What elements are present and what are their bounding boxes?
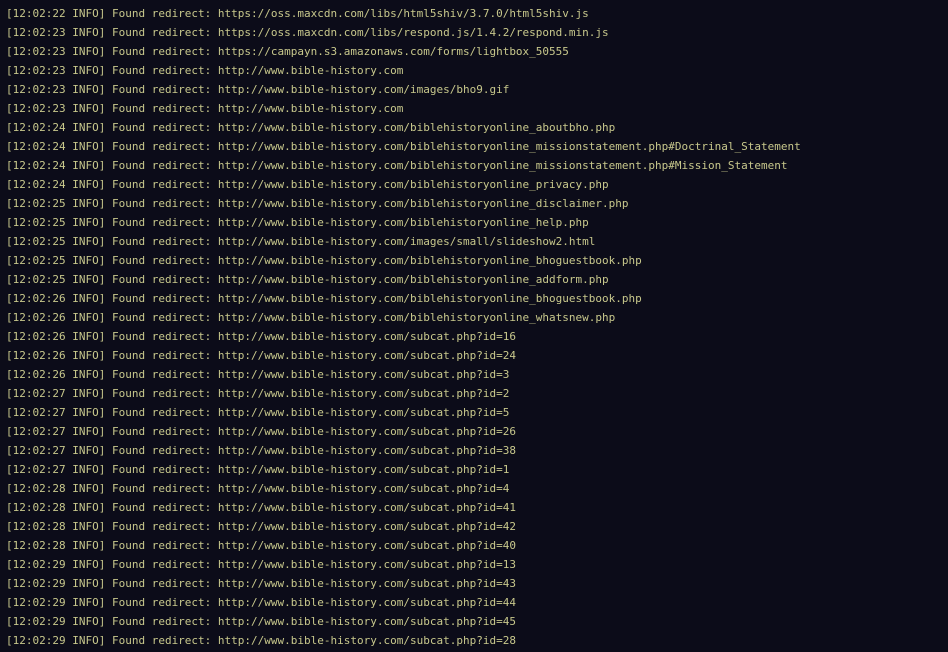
log-line: [12:02:23 INFO] Found redirect: http://w… <box>6 102 404 115</box>
log-line: [12:02:26 INFO] Found redirect: http://w… <box>6 330 516 343</box>
log-line: [12:02:29 INFO] Found redirect: http://w… <box>6 558 516 571</box>
log-line: [12:02:27 INFO] Found redirect: http://w… <box>6 444 516 457</box>
log-line: [12:02:26 INFO] Found redirect: http://w… <box>6 349 516 362</box>
log-line: [12:02:26 INFO] Found redirect: http://w… <box>6 368 510 381</box>
log-line: [12:02:29 INFO] Found redirect: http://w… <box>6 577 516 590</box>
log-line: [12:02:27 INFO] Found redirect: http://w… <box>6 406 510 419</box>
log-line: [12:02:24 INFO] Found redirect: http://w… <box>6 178 609 191</box>
log-line: [12:02:23 INFO] Found redirect: http://w… <box>6 64 404 77</box>
log-line: [12:02:25 INFO] Found redirect: http://w… <box>6 254 642 267</box>
log-line: [12:02:29 INFO] Found redirect: http://w… <box>6 615 516 628</box>
log-line: [12:02:27 INFO] Found redirect: http://w… <box>6 425 516 438</box>
log-line: [12:02:29 INFO] Found redirect: http://w… <box>6 596 516 609</box>
log-line: [12:02:27 INFO] Found redirect: http://w… <box>6 463 510 476</box>
log-line: [12:02:27 INFO] Found redirect: http://w… <box>6 387 510 400</box>
log-line: [12:02:25 INFO] Found redirect: http://w… <box>6 216 589 229</box>
log-line: [12:02:24 INFO] Found redirect: http://w… <box>6 159 788 172</box>
log-line: [12:02:28 INFO] Found redirect: http://w… <box>6 501 516 514</box>
log-line: [12:02:24 INFO] Found redirect: http://w… <box>6 140 801 153</box>
log-line: [12:02:22 INFO] Found redirect: https://… <box>6 7 589 20</box>
log-line: [12:02:23 INFO] Found redirect: http://w… <box>6 83 510 96</box>
log-line: [12:02:26 INFO] Found redirect: http://w… <box>6 311 616 324</box>
log-line: [12:02:25 INFO] Found redirect: http://w… <box>6 235 596 248</box>
log-line: [12:02:28 INFO] Found redirect: http://w… <box>6 520 516 533</box>
log-line: [12:02:24 INFO] Found redirect: http://w… <box>6 121 616 134</box>
log-line: [12:02:28 INFO] Found redirect: http://w… <box>6 539 516 552</box>
log-line: [12:02:23 INFO] Found redirect: https://… <box>6 26 609 39</box>
log-line: [12:02:25 INFO] Found redirect: http://w… <box>6 197 629 210</box>
log-line: [12:02:25 INFO] Found redirect: http://w… <box>6 273 609 286</box>
log-line: [12:02:26 INFO] Found redirect: http://w… <box>6 292 642 305</box>
terminal-output[interactable]: [12:02:22 INFO] Found redirect: https://… <box>0 0 948 652</box>
log-line: [12:02:29 INFO] Found redirect: http://w… <box>6 634 516 647</box>
log-line: [12:02:23 INFO] Found redirect: https://… <box>6 45 569 58</box>
log-line: [12:02:28 INFO] Found redirect: http://w… <box>6 482 510 495</box>
